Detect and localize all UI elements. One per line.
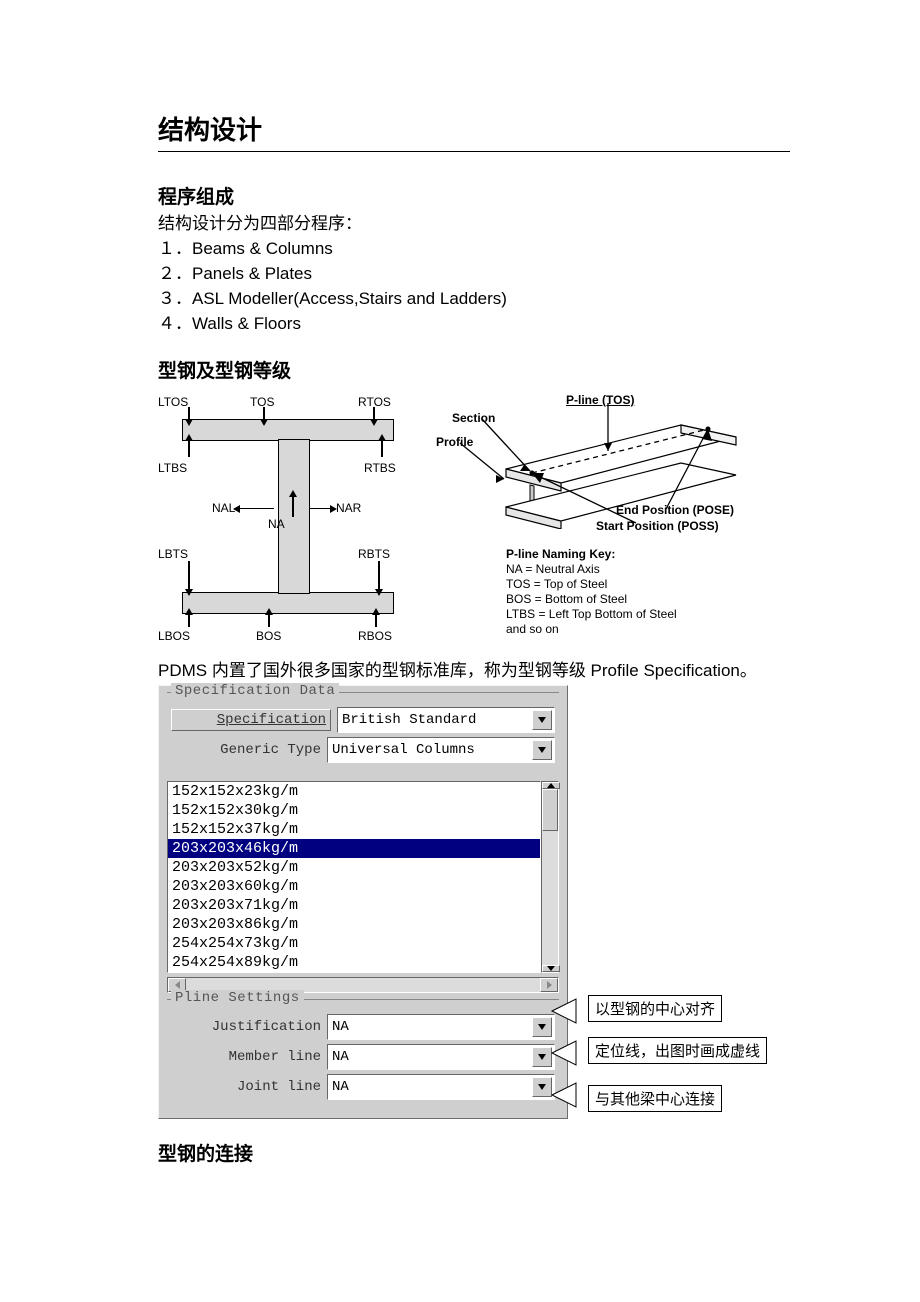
annot-justification: 以型钢的中心对齐: [588, 995, 722, 1022]
scroll-right-button[interactable]: [540, 978, 558, 992]
title-rule: [158, 151, 790, 152]
list-item[interactable]: 254x254x73kg/m: [168, 934, 540, 953]
pline-key-etc: and so on: [506, 622, 677, 637]
generic-type-select[interactable]: Universal Columns: [327, 737, 555, 763]
program-item-4-label: Walls & Floors: [192, 314, 301, 333]
label-section: Section: [452, 411, 495, 425]
generic-type-label: Generic Type: [171, 742, 321, 758]
document-page: 结构设计 程序组成 结构设计分为四部分程序： １．Beams & Columns…: [0, 0, 920, 1210]
label-rtbs: RTBS: [364, 461, 396, 475]
profile-listbox-wrap: 152x152x23kg/m152x152x30kg/m152x152x37kg…: [167, 781, 559, 973]
label-ltbs: LTBS: [158, 461, 187, 475]
list-item[interactable]: 203x203x46kg/m: [168, 839, 540, 858]
joint-line-select[interactable]: NA: [327, 1074, 555, 1100]
dropdown-icon[interactable]: [532, 1077, 552, 1097]
program-item-3-label: ASL Modeller(Access,Stairs and Ladders): [192, 289, 507, 308]
section-program-heading: 程序组成: [158, 182, 790, 209]
justification-value: NA: [332, 1019, 532, 1035]
list-item[interactable]: 203x203x60kg/m: [168, 877, 540, 896]
scroll-thumb[interactable]: [542, 789, 558, 831]
program-item-3: ３．ASL Modeller(Access,Stairs and Ladders…: [158, 288, 790, 311]
specification-button[interactable]: Specification: [171, 709, 331, 731]
pline-key-ltbs: LTBS = Left Top Bottom of Steel: [506, 607, 677, 622]
scroll-up-button[interactable]: [542, 782, 560, 789]
section-program-intro: 结构设计分为四部分程序：: [158, 213, 790, 236]
member-line-label: Member line: [171, 1049, 321, 1065]
page-title: 结构设计: [158, 110, 790, 147]
list-item[interactable]: 152x152x37kg/m: [168, 820, 540, 839]
generic-type-value: Universal Columns: [332, 742, 532, 758]
program-item-2-label: Panels & Plates: [192, 264, 312, 283]
profile-listbox[interactable]: 152x152x23kg/m152x152x30kg/m152x152x37kg…: [167, 781, 541, 973]
spec-data-legend: Specification Data: [171, 683, 339, 699]
scroll-down-button[interactable]: [542, 965, 560, 972]
list-item[interactable]: 203x203x71kg/m: [168, 896, 540, 915]
label-rbos: RBOS: [358, 629, 392, 643]
label-start-poss: Start Position (POSS): [596, 519, 719, 533]
program-item-4: ４．Walls & Floors: [158, 313, 790, 336]
dropdown-icon[interactable]: [532, 1017, 552, 1037]
spec-data-group: Specification Data Specification British…: [167, 692, 559, 771]
diagram-row: LTOS TOS RTOS LTBS RTBS NAL NA NAR: [158, 389, 790, 644]
panel-and-annotations: Specification Data Specification British…: [158, 685, 790, 1119]
pline-settings-legend: Pline Settings: [171, 990, 304, 1006]
pline-key-na: NA = Neutral Axis: [506, 562, 677, 577]
label-na: NA: [268, 517, 285, 531]
specification-value: British Standard: [342, 712, 532, 728]
annot-memberline: 定位线，出图时画成虚线: [588, 1037, 767, 1064]
label-lbts: LBTS: [158, 547, 188, 561]
joint-line-label: Joint line: [171, 1079, 321, 1095]
label-nar: NAR: [336, 501, 361, 515]
member-line-select[interactable]: NA: [327, 1044, 555, 1070]
label-nal: NAL: [212, 501, 235, 515]
annot-jointline: 与其他梁中心连接: [588, 1085, 722, 1112]
joint-line-value: NA: [332, 1079, 532, 1095]
list-item[interactable]: 152x152x23kg/m: [168, 782, 540, 801]
justification-label: Justification: [171, 1019, 321, 1035]
list-item[interactable]: 203x203x86kg/m: [168, 915, 540, 934]
program-item-2: ２．Panels & Plates: [158, 263, 790, 286]
pline-key-tos: TOS = Top of Steel: [506, 577, 677, 592]
dropdown-icon[interactable]: [532, 1047, 552, 1067]
label-lbos: LBOS: [158, 629, 190, 643]
section-profile-heading: 型钢及型钢等级: [158, 356, 790, 383]
label-rbts: RBTS: [358, 547, 390, 561]
program-item-1-label: Beams & Columns: [192, 239, 333, 258]
specification-select[interactable]: British Standard: [337, 707, 555, 733]
label-profile: Profile: [436, 435, 473, 449]
specification-panel: Specification Data Specification British…: [158, 685, 568, 1119]
label-pline-tos: P-line (TOS): [566, 393, 634, 407]
dropdown-icon[interactable]: [532, 740, 552, 760]
pline-settings-group: Pline Settings Justification NA Member l…: [167, 999, 559, 1108]
beam-3d-diagram: P-line (TOS) Section Profile End Positio…: [436, 389, 756, 644]
label-ltos: LTOS: [158, 395, 188, 409]
pline-key-title: P-line Naming Key:: [506, 547, 677, 562]
program-item-1: １．Beams & Columns: [158, 238, 790, 261]
panel-caption: PDMS 内置了国外很多国家的型钢标准库，称为型钢等级 Profile Spec…: [158, 656, 790, 681]
section-connection-heading: 型钢的连接: [158, 1139, 790, 1166]
member-line-value: NA: [332, 1049, 532, 1065]
dropdown-icon[interactable]: [532, 710, 552, 730]
label-end-pose: End Position (POSE): [616, 503, 734, 517]
justification-select[interactable]: NA: [327, 1014, 555, 1040]
label-bos: BOS: [256, 629, 281, 643]
list-item[interactable]: 203x203x52kg/m: [168, 858, 540, 877]
ibeam-diagram: LTOS TOS RTOS LTBS RTBS NAL NA NAR: [158, 389, 418, 644]
vertical-scrollbar[interactable]: [541, 781, 559, 973]
list-item[interactable]: 254x254x89kg/m: [168, 953, 540, 972]
list-item[interactable]: 152x152x30kg/m: [168, 801, 540, 820]
pline-key-bos: BOS = Bottom of Steel: [506, 592, 677, 607]
